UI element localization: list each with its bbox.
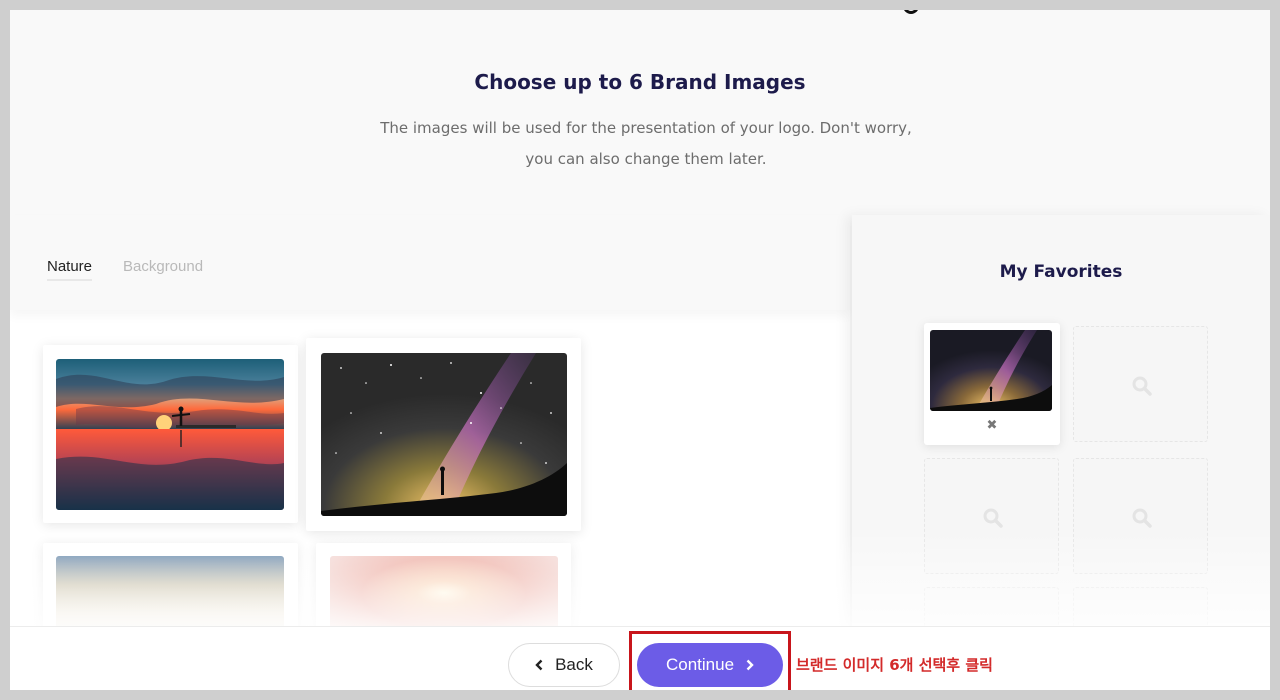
favorite-slot-2[interactable] (1073, 326, 1208, 442)
page-subtitle: The images will be used for the presenta… (380, 119, 912, 168)
back-button[interactable]: Back (508, 643, 620, 687)
image-card-sunset[interactable] (43, 345, 298, 523)
footer-bar: Back Continue 브랜드 이미지 6개 선택후 클릭 (10, 626, 1270, 690)
page-header: Choose up to 6 Brand Images The images w… (10, 10, 1270, 215)
chevron-left-icon (535, 659, 543, 671)
search-icon (983, 508, 1003, 528)
favorite-slot-4[interactable] (1073, 458, 1208, 574)
continue-button-label: Continue (665, 655, 735, 674)
favorites-panel: My Favorites ✖ (852, 215, 1270, 690)
favorite-slot-1[interactable]: ✖ (924, 323, 1060, 445)
tab-background[interactable]: Background (123, 258, 203, 275)
search-icon (1132, 376, 1152, 396)
image-card-milky-way[interactable] (306, 338, 581, 531)
tab-nature[interactable]: Nature (47, 258, 93, 281)
app-frame: Choose up to 6 Brand Images The images w… (10, 10, 1270, 690)
back-button-label: Back (555, 655, 593, 674)
image-gallery-panel: Nature Background (10, 215, 850, 653)
search-icon (1132, 508, 1152, 528)
category-tabs: Nature Background (10, 215, 850, 310)
continue-button[interactable]: Continue (637, 643, 783, 687)
sunset-reflection-image (56, 359, 284, 510)
page-title: Choose up to 6 Brand Images (474, 70, 806, 94)
remove-favorite-icon[interactable]: ✖ (924, 418, 1060, 433)
favorite-milky-way-thumbnail (930, 330, 1052, 411)
chevron-right-icon (746, 659, 754, 671)
milky-way-image (321, 353, 567, 516)
favorite-slot-3[interactable] (924, 458, 1059, 574)
favorites-title: My Favorites (999, 262, 1123, 282)
annotation-text: 브랜드 이미지 6개 선택후 클릭 (796, 656, 993, 674)
